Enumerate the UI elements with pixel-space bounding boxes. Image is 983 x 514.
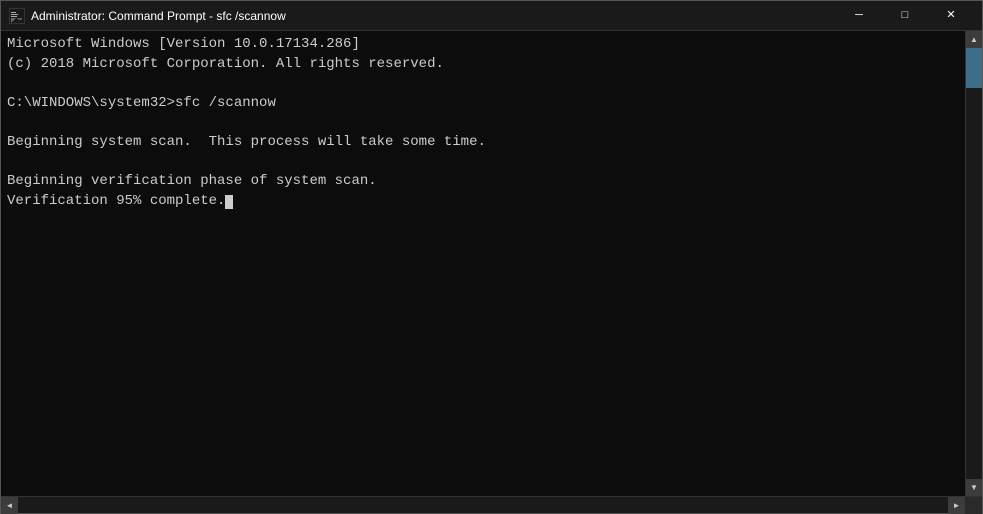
scroll-down-button[interactable]: ▼: [966, 479, 983, 496]
cmd-window: Administrator: Command Prompt - sfc /sca…: [0, 0, 983, 514]
minimize-icon: ─: [855, 10, 863, 21]
vertical-scrollbar[interactable]: ▲ ▼: [965, 31, 982, 496]
scroll-left-button[interactable]: ◄: [1, 497, 18, 514]
console-line: Beginning system scan. This process will…: [7, 133, 959, 153]
console-line-empty: [7, 113, 959, 133]
scrollbar-thumb[interactable]: [966, 48, 982, 88]
console-line: (c) 2018 Microsoft Corporation. All righ…: [7, 55, 959, 75]
console-line: Microsoft Windows [Version 10.0.17134.28…: [7, 35, 959, 55]
scroll-right-button[interactable]: ►: [948, 497, 965, 514]
console-body: Microsoft Windows [Version 10.0.17134.28…: [1, 31, 982, 496]
console-line: Beginning verification phase of system s…: [7, 172, 959, 192]
window-controls: ─ □ ✕: [836, 1, 974, 31]
scrollbar-corner: [965, 497, 982, 514]
window-title: Administrator: Command Prompt - sfc /sca…: [31, 9, 836, 23]
console-output[interactable]: Microsoft Windows [Version 10.0.17134.28…: [1, 31, 965, 496]
h-scrollbar-track[interactable]: [18, 497, 948, 513]
horizontal-scrollbar[interactable]: ◄ ►: [1, 496, 982, 513]
console-text: Verification 95% complete.: [7, 193, 225, 209]
console-line: C:\WINDOWS\system32>sfc /scannow: [7, 94, 959, 114]
maximize-button[interactable]: □: [882, 1, 928, 31]
minimize-button[interactable]: ─: [836, 1, 882, 31]
cmd-icon: [9, 8, 25, 24]
scrollbar-track[interactable]: [966, 48, 982, 479]
scroll-up-button[interactable]: ▲: [966, 31, 983, 48]
close-button[interactable]: ✕: [928, 1, 974, 31]
close-icon: ✕: [946, 10, 955, 21]
cursor-block: [225, 195, 233, 209]
titlebar: Administrator: Command Prompt - sfc /sca…: [1, 1, 982, 31]
console-line-empty: [7, 74, 959, 94]
console-line-cursor: Verification 95% complete.: [7, 192, 959, 212]
console-line-empty: [7, 153, 959, 173]
maximize-icon: □: [902, 10, 909, 21]
